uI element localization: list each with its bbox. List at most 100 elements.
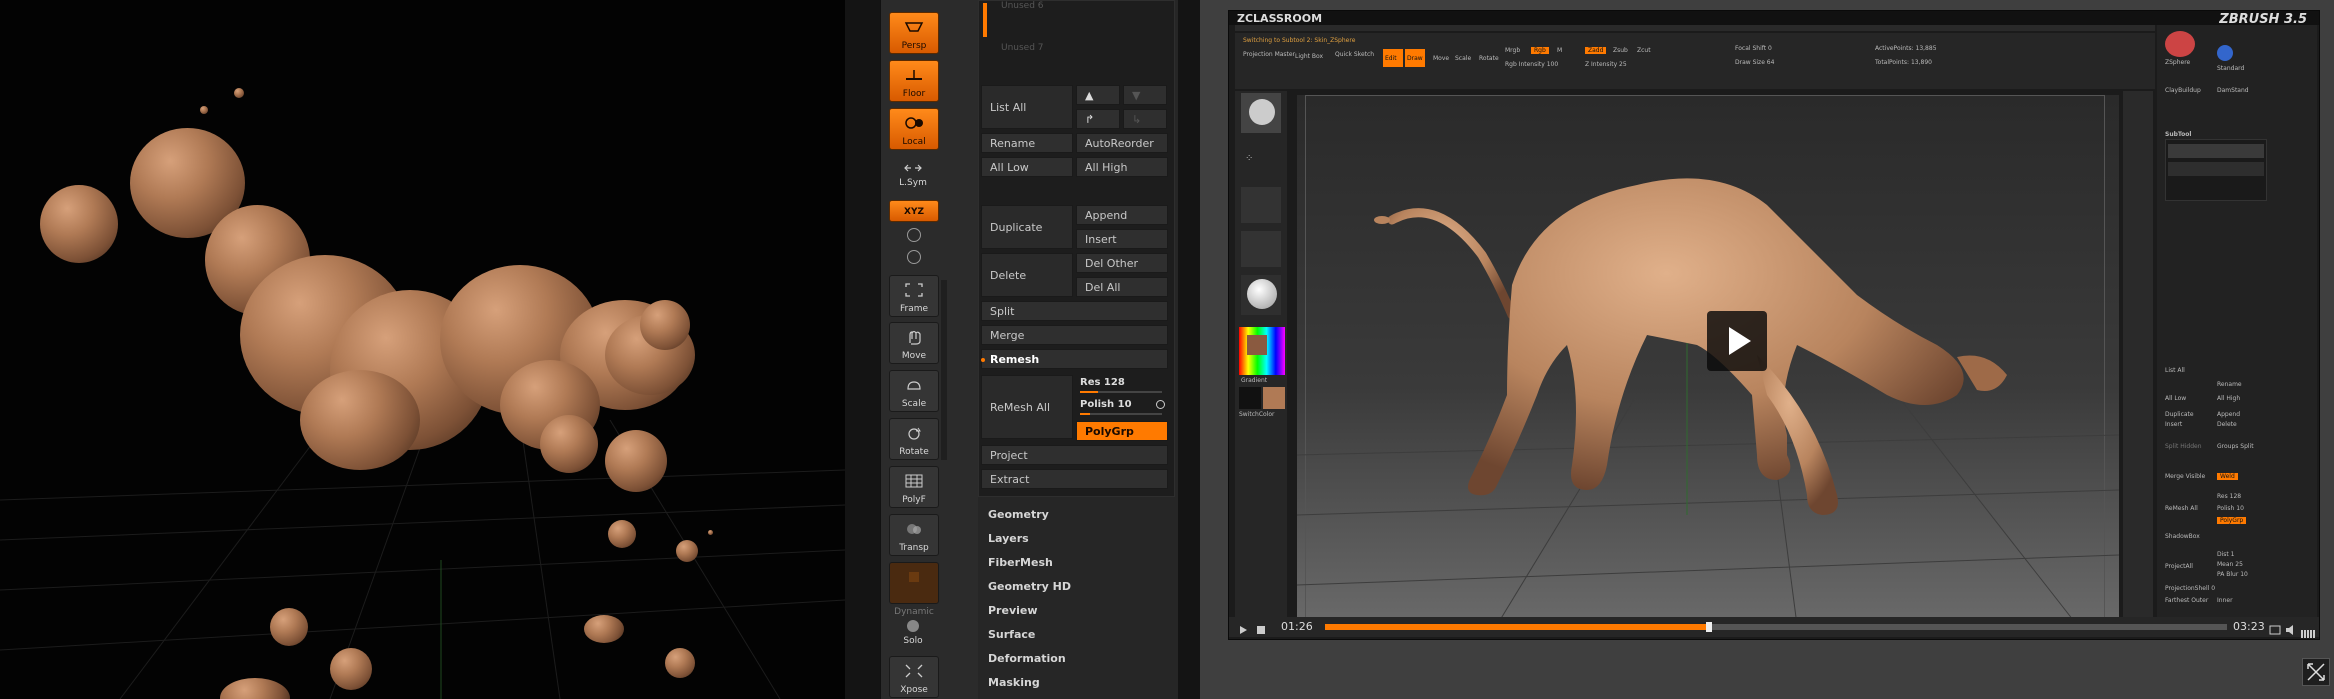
duplicate-button[interactable]: Duplicate <box>981 205 1073 249</box>
inner-tool-palette: ZSphere Standard ClayBuildup DamStand Su… <box>2157 25 2317 625</box>
solo-button[interactable]: Solo <box>889 618 937 648</box>
dynamic-label: Dynamic <box>894 607 934 617</box>
fullscreen-button[interactable] <box>2269 621 2281 635</box>
all-high-button[interactable]: All High <box>1076 157 1168 177</box>
layers-section[interactable]: Layers <box>988 532 1029 545</box>
symmetry-icon <box>904 164 922 172</box>
merge-menu[interactable]: Merge <box>981 325 1168 345</box>
autoreorder-button[interactable]: AutoReorder <box>1076 133 1168 153</box>
move-button[interactable]: Move <box>889 322 939 364</box>
surface-section[interactable]: Surface <box>988 628 1035 641</box>
video-play-button[interactable] <box>1707 311 1767 371</box>
reorder-down-button[interactable]: ↳ <box>1123 109 1167 129</box>
seek-bar[interactable] <box>1325 622 2227 632</box>
polyf-button[interactable]: PolyF <box>889 466 939 508</box>
rotate-button[interactable]: Rotate <box>889 418 939 460</box>
floor-icon <box>906 70 922 80</box>
inner-projectall: ProjectAll <box>2165 563 2193 570</box>
rename-button[interactable]: Rename <box>981 133 1073 153</box>
polish-toggle-icon[interactable] <box>1156 400 1165 409</box>
arrow-down-icon: ▼ <box>1132 89 1141 102</box>
append-button[interactable]: Append <box>1076 205 1168 225</box>
rotate-mode-2-icon[interactable] <box>907 250 921 264</box>
inner-list-all: List All <box>2165 367 2185 374</box>
preview-section[interactable]: Preview <box>988 604 1038 617</box>
inner-status-text: Switching to Subtool 2: Skin_ZSphere <box>1243 37 1356 44</box>
extract-menu[interactable]: Extract <box>981 469 1168 489</box>
volume-button[interactable] <box>2285 621 2297 635</box>
frame-button[interactable]: Frame <box>889 275 939 317</box>
rotate-mode-icon[interactable] <box>907 228 921 242</box>
inner-mrgb: Mrgb <box>1505 47 1521 54</box>
stop-icon <box>1257 626 1265 634</box>
video-player[interactable]: ZCLASSROOM ZBRUSH 3.5 Switching to Subto… <box>1228 10 2320 640</box>
inner-texture-thumb <box>1241 231 1281 267</box>
toolbar-scrollbar[interactable] <box>941 280 947 460</box>
xpose-button[interactable]: Xpose <box>889 656 939 698</box>
polish-slider-fill <box>1080 413 1090 415</box>
all-low-button[interactable]: All Low <box>981 157 1073 177</box>
inner-groups-split: Groups Split <box>2217 443 2254 450</box>
inner-brush-label-3: DamStand <box>2217 87 2249 94</box>
subtool-scroll-marker[interactable] <box>983 3 987 37</box>
local-button[interactable]: Local <box>889 108 939 150</box>
lsym-button[interactable]: L.Sym <box>889 158 937 190</box>
geometry-section[interactable]: Geometry <box>988 508 1049 521</box>
inner-res: Res 128 <box>2217 493 2242 500</box>
polish-slider[interactable]: Polish 10 <box>1076 397 1168 417</box>
inner-split-hidden: Split Hidden <box>2165 443 2202 450</box>
left-3d-viewport[interactable] <box>0 0 845 699</box>
scale-button[interactable]: Scale <box>889 370 939 412</box>
inner-duplicate: Duplicate <box>2165 411 2194 418</box>
reorder-down-icon: ↳ <box>1132 113 1142 126</box>
arrow-up-icon: ▲ <box>1085 89 1094 102</box>
inner-projection-shell: ProjectionShell 0 <box>2165 585 2216 592</box>
move-up-button[interactable]: ▲ <box>1076 85 1120 105</box>
persp-button[interactable]: Persp <box>889 12 939 54</box>
transp-button[interactable]: Transp <box>889 514 939 556</box>
volume-level[interactable] <box>2301 623 2315 638</box>
del-all-button[interactable]: Del All <box>1076 277 1168 297</box>
remesh-all-button[interactable]: ReMesh All <box>981 375 1073 439</box>
deformation-section[interactable]: Deformation <box>988 652 1066 665</box>
video-controls: 01:26 03:23 <box>1229 617 2319 638</box>
masking-section[interactable]: Masking <box>988 676 1040 689</box>
list-all-button[interactable]: List All <box>981 85 1073 129</box>
remesh-menu[interactable]: Remesh <box>981 349 1168 369</box>
collapse-button[interactable] <box>2302 658 2330 686</box>
inner-brush-label-1: Standard <box>2217 65 2245 72</box>
polish-label: Polish 10 <box>1080 399 1132 410</box>
subtool-slot-6[interactable]: Unused 6 <box>1001 1 1044 11</box>
insert-button[interactable]: Insert <box>1076 229 1168 249</box>
polygrp-toggle[interactable]: PolyGrp <box>1076 421 1168 441</box>
seek-fill <box>1325 624 1710 630</box>
seek-thumb[interactable] <box>1706 622 1713 632</box>
stop-button[interactable] <box>1255 621 1267 634</box>
project-menu[interactable]: Project <box>981 445 1168 465</box>
inner-polish: Polish 10 <box>2217 505 2244 512</box>
del-other-button[interactable]: Del Other <box>1076 253 1168 273</box>
xyz-button[interactable]: XYZ <box>889 200 939 222</box>
subtool-slot-7[interactable]: Unused 7 <box>1001 43 1044 53</box>
geometry-hd-section[interactable]: Geometry HD <box>988 580 1071 593</box>
reorder-button[interactable]: ↱ <box>1076 109 1120 129</box>
inner-farthest: Farthest Outer <box>2165 597 2209 604</box>
current-time: 01:26 <box>1281 620 1313 633</box>
inner-menubar <box>1235 25 2155 31</box>
delete-button[interactable]: Delete <box>981 253 1073 297</box>
inner-all-high: All High <box>2217 395 2241 402</box>
play-small-button[interactable] <box>1237 621 1249 634</box>
dynamic-button[interactable]: Dynamic <box>889 562 939 617</box>
split-menu[interactable]: Split <box>981 301 1168 321</box>
inner-color-picker <box>1239 327 1285 375</box>
floor-button[interactable]: Floor <box>889 60 939 102</box>
inner-rotate: Rotate <box>1479 55 1499 62</box>
move-down-button[interactable]: ▼ <box>1123 85 1167 105</box>
local-label: Local <box>902 137 926 147</box>
inner-brush-label-2: ClayBuildup <box>2165 87 2201 94</box>
res-slider-track <box>1080 391 1162 393</box>
collapse-arrows-icon <box>2307 663 2325 681</box>
res-slider[interactable]: Res 128 <box>1076 375 1168 395</box>
inner-polygrp: PolyGrp <box>2217 517 2247 524</box>
fibermesh-section[interactable]: FiberMesh <box>988 556 1053 569</box>
